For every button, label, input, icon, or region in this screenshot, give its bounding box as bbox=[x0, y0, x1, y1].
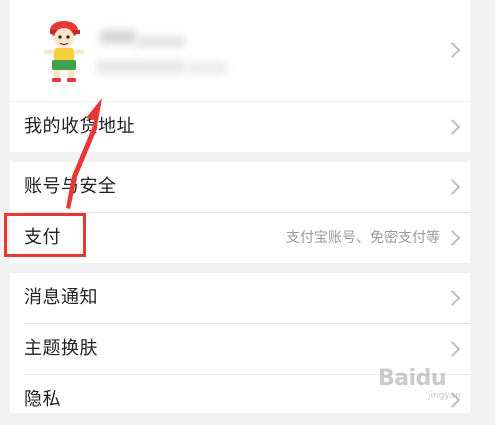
menu-group-settings: 消息通知 主题换肤 隐私 bbox=[10, 273, 470, 413]
username-blurred bbox=[136, 36, 186, 48]
avatar[interactable] bbox=[40, 16, 90, 82]
chevron-right-icon bbox=[444, 341, 461, 357]
menu-item-label: 隐私 bbox=[24, 389, 61, 410]
menu-item-account-security[interactable]: 账号与安全 bbox=[10, 162, 470, 212]
account-info-blurred bbox=[186, 62, 228, 74]
menu-item-hint: 支付宝账号、免密支付等 bbox=[286, 230, 440, 246]
chevron-right-icon bbox=[444, 290, 461, 306]
menu-item-label: 主题换肤 bbox=[24, 338, 98, 359]
username-blurred bbox=[100, 30, 136, 44]
menu-item-label: 消息通知 bbox=[24, 287, 98, 308]
profile-panel[interactable] bbox=[10, 0, 470, 101]
watermark-logo: Baidu bbox=[378, 366, 447, 391]
highlight-box bbox=[4, 213, 86, 257]
chevron-right-icon bbox=[444, 230, 461, 246]
watermark-subtext: jingyan bbox=[428, 391, 461, 401]
menu-group-address: 我的收货地址 bbox=[10, 102, 470, 152]
chevron-right-icon bbox=[444, 119, 461, 135]
menu-item-label: 账号与安全 bbox=[24, 176, 117, 197]
account-info-blurred bbox=[96, 60, 186, 74]
chevron-right-icon bbox=[444, 179, 461, 195]
menu-item-notifications[interactable]: 消息通知 bbox=[10, 273, 470, 323]
menu-item-address[interactable]: 我的收货地址 bbox=[10, 102, 470, 152]
chevron-right-icon bbox=[444, 42, 461, 58]
menu-item-label: 我的收货地址 bbox=[24, 116, 135, 137]
